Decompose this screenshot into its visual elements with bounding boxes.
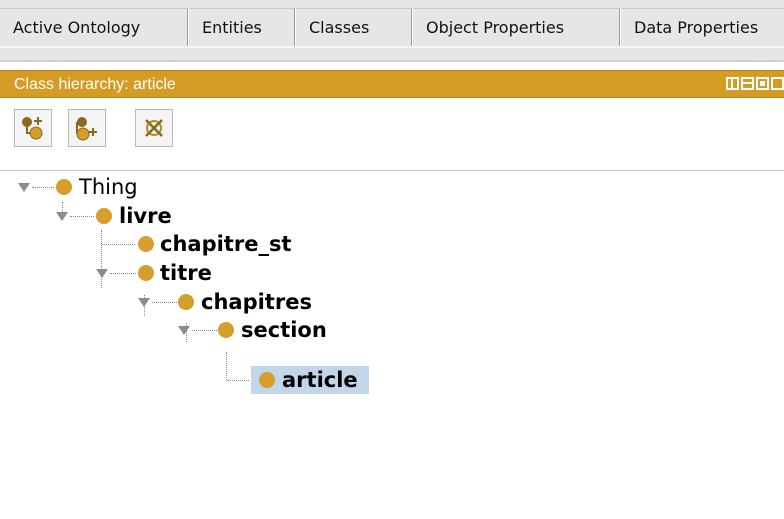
tree-node-label: chapitre_st [160, 232, 292, 256]
delete-class-icon [145, 119, 163, 137]
collapse-toggle-icon[interactable] [56, 212, 68, 221]
class-hierarchy-tree: Thing livre chapitre_st titre chapitres … [0, 171, 784, 519]
split-view-icon[interactable] [741, 77, 754, 90]
class-icon [178, 294, 194, 310]
tab-strip-border [0, 60, 784, 62]
delete-class-button[interactable] [135, 109, 173, 147]
add-sibling-class-button[interactable] [68, 109, 106, 147]
tree-connector [227, 380, 249, 381]
tab-strip-divider [0, 46, 784, 48]
tree-connector [70, 216, 94, 217]
view-header: Class hierarchy: article [0, 70, 784, 98]
tree-connector [110, 273, 136, 274]
tree-node-label: chapitres [201, 290, 312, 314]
pin-view-icon[interactable] [726, 77, 739, 90]
collapse-toggle-icon[interactable] [178, 326, 190, 335]
collapse-toggle-icon[interactable] [18, 183, 30, 192]
view-title: Class hierarchy: article [14, 76, 176, 93]
add-subclass-icon [22, 117, 43, 140]
tree-node-label: article [282, 368, 358, 392]
collapse-toggle-icon[interactable] [138, 298, 150, 307]
tree-node-label: Thing [79, 175, 138, 199]
maximize-view-icon[interactable] [756, 77, 769, 90]
tree-node-label: livre [119, 204, 172, 228]
view-controls [726, 77, 784, 91]
tree-node-thing[interactable]: Thing [0, 173, 200, 201]
tab-entities[interactable]: Entities [188, 8, 295, 46]
tree-node-label: section [241, 318, 327, 342]
tree-node-article[interactable]: article [0, 366, 380, 394]
tab-classes[interactable]: Classes [295, 8, 412, 46]
class-icon [218, 322, 234, 338]
tree-node-chapitre-st[interactable]: chapitre_st [0, 230, 330, 258]
class-icon [259, 372, 275, 388]
add-sibling-class-icon [76, 117, 97, 141]
tab-strip: Active Ontology Entities Classes Object … [0, 0, 784, 62]
class-icon [138, 265, 154, 281]
tab-data-properties[interactable]: Data Properties [620, 8, 784, 46]
class-icon [96, 208, 112, 224]
add-subclass-button[interactable] [14, 109, 52, 147]
tree-node-chapitres[interactable]: chapitres [0, 288, 340, 316]
tab-active-ontology[interactable]: Active Ontology [0, 8, 188, 46]
tree-connector [32, 187, 54, 188]
collapse-toggle-icon[interactable] [96, 269, 108, 278]
tree-node-section[interactable]: section [0, 316, 350, 344]
tab-object-properties[interactable]: Object Properties [412, 8, 620, 46]
tree-connector [152, 302, 177, 303]
close-view-icon[interactable] [771, 77, 784, 90]
tree-node-livre[interactable]: livre [0, 202, 220, 230]
tree-node-label: titre [160, 261, 212, 285]
tree-node-titre[interactable]: titre [0, 259, 240, 287]
tree-connector [102, 244, 135, 245]
tree-connector [192, 330, 217, 331]
class-icon [56, 179, 72, 195]
class-hierarchy-toolbar [0, 98, 784, 171]
class-icon [138, 236, 154, 252]
